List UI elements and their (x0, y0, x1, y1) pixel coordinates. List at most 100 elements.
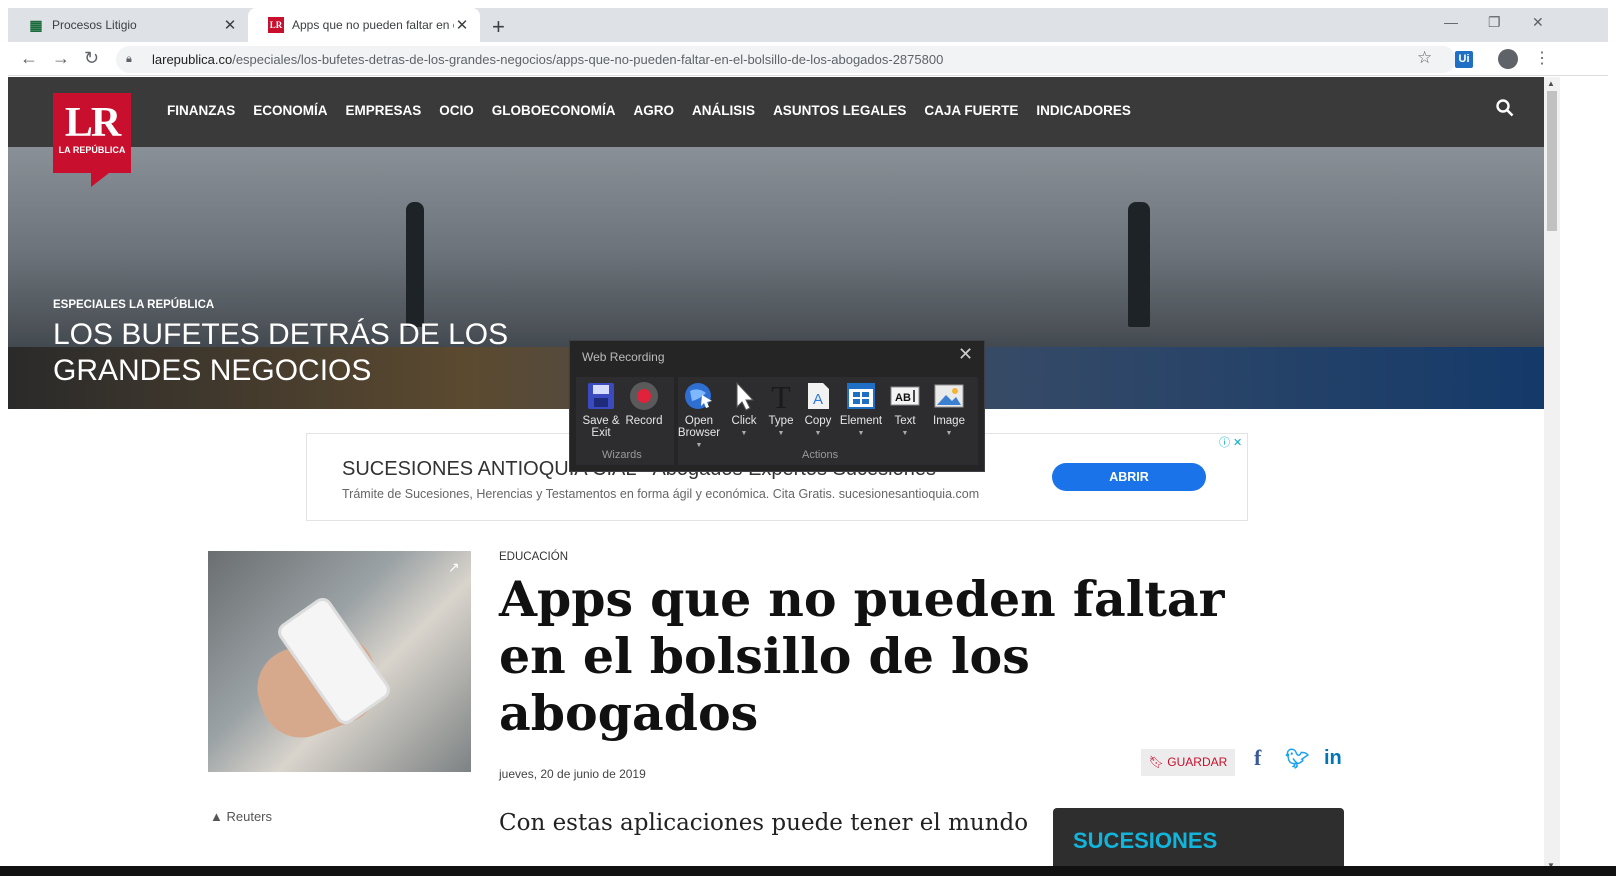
minimize-icon[interactable]: — (1444, 14, 1458, 30)
image-icon (934, 384, 964, 408)
logo-subtext: LA REPÚBLICA (58, 145, 126, 155)
scrollbar-thumb[interactable] (1547, 91, 1557, 231)
expand-icon[interactable]: ↗ (448, 559, 460, 576)
type-button[interactable]: T Type ▼ (764, 381, 798, 440)
twitter-icon[interactable]: 🐦︎ (1285, 747, 1309, 771)
type-label: Type (768, 415, 794, 427)
businessman-figure-left (406, 202, 424, 327)
close-window-icon[interactable]: ✕ (1532, 14, 1544, 31)
url-path: /especiales/los-bufetes-detras-de-los-gr… (232, 52, 944, 67)
menu-item-globoeconomia[interactable]: GLOBOECONOMÍA (492, 103, 616, 118)
save-icon (588, 383, 614, 409)
article-category[interactable]: EDUCACIÓN (499, 551, 568, 563)
linkedin-icon[interactable]: in (1324, 747, 1342, 770)
sidebar-ad[interactable]: SUCESIONES (1053, 808, 1344, 874)
facebook-icon[interactable]: f (1254, 745, 1261, 771)
spreadsheet-icon: ▦ (29, 16, 43, 33)
save-article-button[interactable]: 🔖︎ GUARDAR (1141, 749, 1235, 776)
photo-credit[interactable]: ▲ Reuters (210, 809, 272, 824)
url-domain: larepublica.co (152, 52, 233, 67)
tab-label: Apps que no pueden faltar en el (292, 18, 454, 32)
restore-icon[interactable]: ❐ (1488, 14, 1501, 31)
caret-up-icon: ▲ (210, 809, 227, 824)
dropdown-caret-icon: ▼ (777, 430, 785, 437)
site-header: FINANZAS ECONOMÍA EMPRESAS OCIO GLOBOECONOMÍ… (8, 77, 1544, 147)
larepublica-favicon-icon: LR (268, 17, 284, 33)
web-recording-toolbar: Web Recording ✕ Wizards Actions Save & E… (569, 340, 985, 472)
tab-bar: ▦ Procesos Litigio ✕ LR Apps que no pued… (8, 8, 1608, 42)
click-button[interactable]: Click ▼ (728, 381, 760, 440)
menu-item-agro[interactable]: AGRO (634, 103, 675, 118)
photo-credit-label: Reuters (226, 809, 273, 824)
back-icon[interactable]: ← (20, 48, 38, 69)
tab-label: Procesos Litigio (52, 18, 137, 32)
copy-label: Copy (804, 415, 832, 427)
article-lead: Con estas aplicaciones puede tener el mu… (499, 810, 1029, 836)
forward-icon[interactable]: → (52, 48, 70, 69)
open-browser-button[interactable]: Open Browser ▼ (674, 381, 724, 452)
text-icon: AB (890, 386, 920, 406)
dropdown-caret-icon: ▼ (945, 430, 953, 437)
tab-apps-article[interactable]: LR Apps que no pueden faltar en el ✕ (248, 8, 480, 42)
svg-text:T: T (771, 381, 791, 411)
dropdown-caret-icon: ▼ (857, 430, 865, 437)
copy-button[interactable]: A Copy ▼ (802, 381, 834, 440)
text-button[interactable]: AB Text ▼ (888, 381, 922, 440)
browser-menu-icon[interactable]: ⋮ (1534, 48, 1550, 68)
article-title: Apps que no pueden faltar en el bolsillo… (499, 570, 1225, 742)
type-icon: T (771, 381, 791, 411)
hero-kicker: ESPECIALES LA REPÚBLICA (53, 299, 215, 311)
browser-window: ▦ Procesos Litigio ✕ LR Apps que no pued… (8, 8, 1608, 874)
open-browser-label: Open Browser (677, 415, 721, 439)
article-date: jueves, 20 de junio de 2019 (499, 767, 646, 781)
hero-headline[interactable]: LOS BUFETES DETRÁS DE LOS GRANDES NEGOCI… (53, 317, 573, 389)
bookmark-icon: 🔖︎ (1148, 755, 1168, 769)
dropdown-caret-icon: ▼ (901, 430, 909, 437)
search-icon[interactable] (1496, 99, 1514, 117)
main-menu: FINANZAS ECONOMÍA EMPRESAS OCIO GLOBOECONOMÍ… (167, 103, 1131, 118)
close-tab-icon[interactable]: ✕ (454, 16, 470, 34)
address-bar[interactable]: 🔒︎ larepublica.co/especiales/los-bufetes… (116, 46, 1456, 73)
save-exit-label: Save & Exit (582, 415, 620, 439)
adchoices-icon[interactable]: ⓘ ✕ (1219, 434, 1242, 450)
menu-item-empresas[interactable]: EMPRESAS (346, 103, 422, 118)
menu-item-caja-fuerte[interactable]: CAJA FUERTE (924, 103, 1018, 118)
svg-text:A: A (813, 391, 823, 408)
tab-procesos-litigio[interactable]: ▦ Procesos Litigio ✕ (8, 8, 248, 42)
menu-item-indicadores[interactable]: INDICADORES (1036, 103, 1131, 118)
scroll-up-icon[interactable]: ▲ (1547, 79, 1555, 88)
new-tab-button[interactable]: + (492, 14, 505, 40)
site-logo[interactable]: LR LA REPÚBLICA (53, 93, 131, 187)
menu-item-asuntos-legales[interactable]: ASUNTOS LEGALES (773, 103, 906, 118)
svg-text:AB: AB (895, 392, 911, 404)
globe-icon (685, 383, 712, 409)
profile-avatar-icon[interactable] (1498, 49, 1518, 69)
page-scrollbar[interactable]: ▲ ▼ (1544, 77, 1560, 874)
ad-open-button[interactable]: ABRIR (1052, 463, 1206, 491)
element-label: Element (839, 415, 883, 427)
record-button[interactable]: Record (624, 381, 664, 427)
menu-item-ocio[interactable]: OCIO (439, 103, 474, 118)
bookmark-star-icon[interactable]: ☆ (1417, 48, 1432, 68)
click-label: Click (731, 415, 757, 427)
image-button[interactable]: Image ▼ (928, 381, 970, 440)
close-tab-icon[interactable]: ✕ (222, 16, 238, 34)
web-page: FINANZAS ECONOMÍA EMPRESAS OCIO GLOBOECONOMÍ… (8, 77, 1544, 874)
menu-item-economia[interactable]: ECONOMÍA (253, 103, 327, 118)
record-label: Record (625, 415, 663, 427)
recorder-title: Web Recording (582, 350, 665, 364)
save-exit-button[interactable]: Save & Exit (582, 381, 620, 439)
copy-icon: A (808, 383, 829, 409)
close-recorder-icon[interactable]: ✕ (958, 344, 973, 365)
article-image[interactable]: ↗ (208, 551, 471, 772)
sidebar-ad-title: SUCESIONES (1073, 828, 1218, 853)
logo-text: LR (64, 100, 121, 146)
cursor-icon (736, 381, 755, 411)
reload-icon[interactable]: ↻ (84, 48, 99, 69)
uipath-extension-icon[interactable]: Ui (1455, 51, 1473, 68)
menu-item-finanzas[interactable]: FINANZAS (167, 103, 235, 118)
element-button[interactable]: Element ▼ (838, 381, 884, 440)
lock-icon: 🔒︎ (126, 53, 132, 65)
wizards-label: Wizards (602, 449, 642, 461)
menu-item-analisis[interactable]: ANÁLISIS (692, 103, 755, 118)
